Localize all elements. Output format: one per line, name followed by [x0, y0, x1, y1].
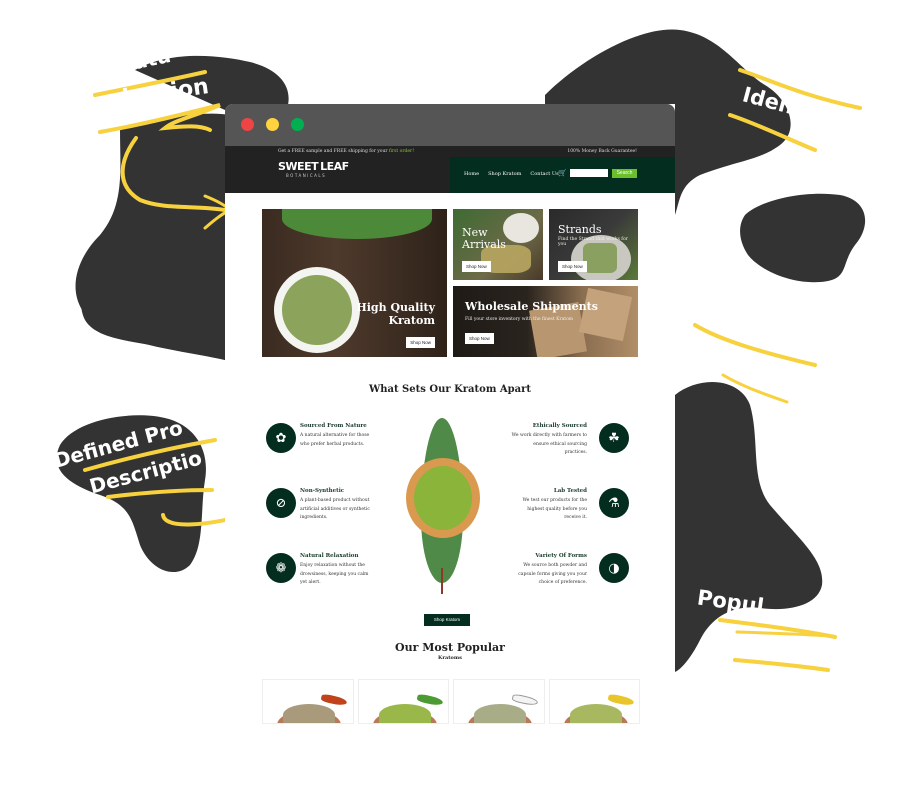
blob-left-large: [75, 113, 230, 360]
site-logo[interactable]: SWEET LEAF BOTANICALS: [278, 160, 349, 188]
hero-main-title-line1: High Quality: [356, 301, 435, 314]
mortar-image: [503, 213, 539, 243]
strands-title: Strands: [558, 223, 602, 236]
window-minimize-button[interactable]: [266, 118, 279, 131]
feature-title: Natural Relaxation: [300, 553, 359, 559]
feature-description: Enjoy relaxation without the drowsiness,…: [300, 563, 369, 585]
strain-color-swatch: [320, 693, 348, 707]
wholesale-description: Fill your store inventory with the fines…: [465, 317, 574, 322]
feature-title: Lab Tested: [553, 488, 587, 494]
blob-right-small: [740, 193, 866, 283]
wholesale-title: Wholesale Shipments: [465, 300, 598, 313]
features-heading: What Sets Our Kratom Apart: [368, 384, 532, 395]
hero-grid: High Quality Kratom Shop Now New Arrival…: [262, 209, 638, 357]
announcement-bar: Get a FREE sample and FREE shipping for …: [225, 146, 675, 157]
hero-tile-high-quality[interactable]: High Quality Kratom Shop Now: [262, 209, 447, 357]
promo-prefix: Get a FREE sample and FREE shipping for …: [278, 149, 389, 154]
kratom-bowl-leaf-image: [406, 418, 480, 594]
promo-text: Get a FREE sample and FREE shipping for …: [278, 149, 414, 154]
window-maximize-button[interactable]: [291, 118, 304, 131]
blob-bottom-right: [675, 382, 823, 672]
product-card[interactable]: [453, 679, 545, 724]
new-arrivals-title-line2: Arrivals: [462, 238, 506, 251]
promo-highlight-link[interactable]: first order!: [389, 149, 414, 154]
pills-image: [583, 243, 617, 273]
feature-description: A natural alternative for those who pref…: [300, 433, 370, 447]
search-input[interactable]: [570, 169, 608, 177]
lotus-icon: ❁: [266, 553, 296, 583]
new-arrivals-shop-now-button[interactable]: Shop Now: [462, 261, 491, 272]
logo-subtitle: BOTANICALS: [286, 173, 327, 178]
main-nav: Home Shop Kratom Contact Us 🛒 Search: [450, 157, 675, 193]
hero-tile-strands[interactable]: Strands Find the Strand that works for y…: [549, 209, 638, 280]
strain-color-swatch: [606, 693, 635, 707]
guarantee-text: 100% Money Back Guarantee!: [567, 149, 637, 154]
window-close-button[interactable]: [241, 118, 254, 131]
browser-window: Get a FREE sample and FREE shipping for …: [225, 104, 675, 724]
powder-pile-image: [474, 704, 526, 723]
strain-color-swatch: [415, 693, 444, 707]
annotation-navigation: igation: [120, 74, 211, 111]
hero-main-title-line2: Kratom: [388, 314, 435, 327]
hero-tile-new-arrivals[interactable]: New Arrivals Shop Now: [453, 209, 543, 280]
feature-description: We test our products for the highest qua…: [522, 498, 587, 520]
stem-image: [441, 568, 443, 594]
logo-word-sweet: SWEET: [278, 160, 319, 173]
hero-tile-wholesale[interactable]: Wholesale Shipments Fill your store inve…: [453, 286, 638, 357]
site-header: Get a FREE sample and FREE shipping for …: [225, 146, 675, 193]
leaf-icon: ✿: [266, 423, 296, 453]
annotation-identity: Ident: [739, 82, 807, 122]
cart-icon[interactable]: 🛒: [558, 169, 567, 177]
popular-heading: Our Most Popular: [395, 641, 505, 654]
strands-shop-now-button[interactable]: Shop Now: [558, 261, 587, 272]
search-button[interactable]: Search: [612, 169, 637, 178]
product-card[interactable]: [548, 679, 640, 724]
feature-title: Ethically Sourced: [532, 423, 587, 429]
nav-home[interactable]: Home: [464, 171, 479, 177]
powder-image: [414, 466, 472, 530]
flask-icon: ⚗: [599, 488, 629, 518]
logo-word-leaf: LEAF: [320, 160, 349, 173]
product-grid: [262, 679, 640, 724]
powder-pile-image: [378, 704, 431, 723]
logo-wordmark: SWEET LEAF: [278, 160, 349, 173]
strain-color-swatch: [511, 693, 539, 707]
feature-description: We work directly with farmers to ensure …: [511, 433, 587, 455]
wholesale-shop-now-button[interactable]: Shop Now: [465, 333, 494, 344]
hand-leaf-icon: ☘: [599, 423, 629, 453]
annotation-popular: Popul: [695, 585, 766, 619]
package-image: [578, 287, 633, 342]
strands-description: Find the Strand that works for you: [558, 237, 628, 247]
leaves-image: [282, 209, 432, 239]
powder-image: [282, 275, 352, 345]
product-card[interactable]: [357, 679, 449, 724]
feature-description: We source both powder and capsule forms …: [518, 563, 587, 585]
feature-title: Sourced From Nature: [300, 423, 367, 429]
nav-shop-kratom[interactable]: Shop Kratom: [488, 171, 521, 177]
nav-contact-us[interactable]: Contact Us: [530, 171, 558, 177]
new-arrivals-title: New Arrivals: [462, 227, 506, 251]
browser-titlebar: [225, 104, 675, 146]
product-card[interactable]: [262, 679, 354, 724]
powder-pile-image: [283, 704, 335, 723]
annotation-navigation-partial-top: eatu: [118, 42, 173, 78]
hero-main-title: High Quality Kratom: [356, 301, 435, 327]
feature-description: A plant-based product without artificial…: [300, 498, 370, 520]
no-synthetic-icon: ⊘: [266, 488, 296, 518]
shop-kratom-button[interactable]: Shop Kratom: [424, 614, 470, 626]
capsule-icon: ◑: [599, 553, 629, 583]
feature-title: Variety Of Forms: [535, 553, 587, 559]
feature-title: Non-Synthetic: [300, 488, 345, 494]
popular-subheading: Kratoms: [438, 655, 462, 661]
hero-main-shop-now-button[interactable]: Shop Now: [406, 337, 435, 348]
powder-pile-image: [569, 704, 622, 723]
